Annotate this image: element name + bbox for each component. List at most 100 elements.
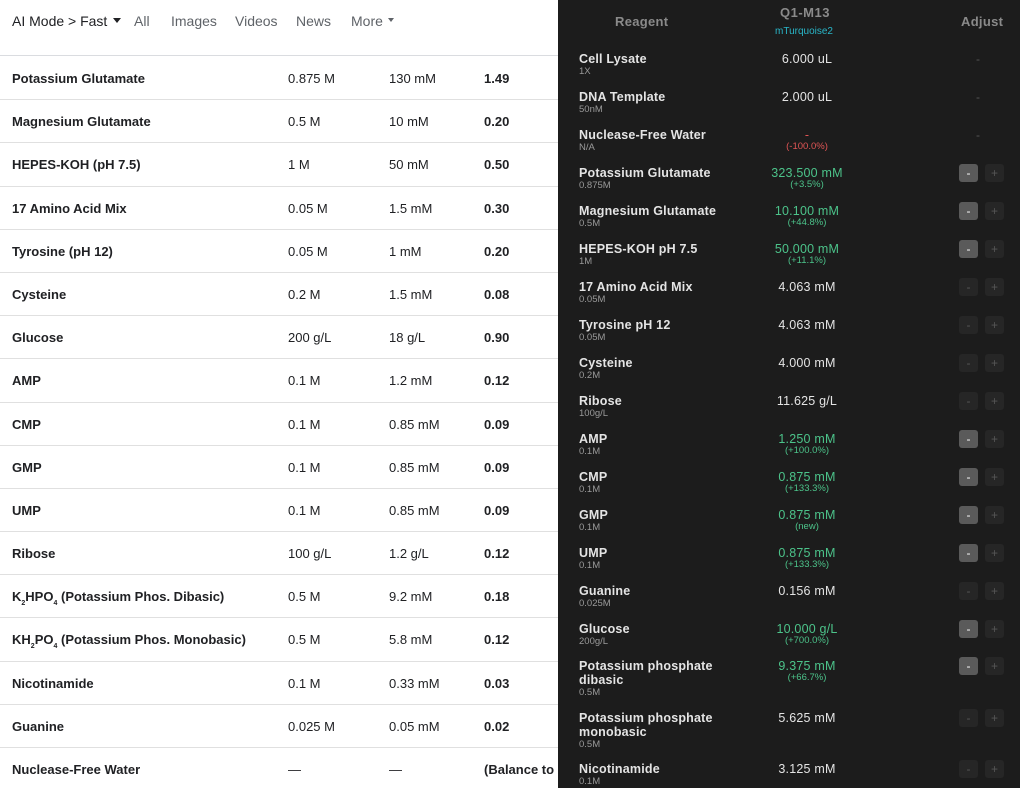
increase-button[interactable]: + xyxy=(985,468,1004,486)
table-row: KH2PO4 (Potassium Phos. Monobasic) 0.5 M 5… xyxy=(0,618,558,662)
increase-button[interactable]: + xyxy=(985,582,1004,600)
increase-button[interactable]: + xyxy=(985,430,1004,448)
increase-button[interactable]: + xyxy=(985,760,1004,778)
increase-button[interactable]: + xyxy=(985,354,1004,372)
stock-concentration: 0.5 M xyxy=(288,114,321,130)
increase-button[interactable]: + xyxy=(985,164,1004,182)
reagent-label: Ribose xyxy=(579,394,622,408)
final-concentration: 0.85 mM xyxy=(389,502,440,518)
increase-button[interactable]: + xyxy=(985,278,1004,296)
increase-button[interactable]: + xyxy=(985,657,1004,675)
ai-mode-dropdown[interactable]: AI Mode > Fast xyxy=(12,13,122,29)
decrease-button[interactable]: - xyxy=(959,164,978,182)
more-dropdown[interactable]: More xyxy=(351,13,394,29)
final-concentration: 0.85 mM xyxy=(389,459,440,475)
tab-news[interactable]: News xyxy=(296,13,331,29)
volume-value: 0.18 xyxy=(484,589,510,605)
reagent-label: CMP xyxy=(579,470,608,484)
final-concentration: 18 g/L xyxy=(389,330,426,346)
table-row: Potassium Glutamate 0.875 M 130 mM 1.49 xyxy=(0,57,558,101)
formula-part: K xyxy=(12,589,22,605)
reagent-name: CMP xyxy=(12,416,41,432)
increase-button[interactable]: + xyxy=(985,709,1004,727)
reagent-value: 4.000 mM xyxy=(778,356,836,370)
increase-button[interactable]: + xyxy=(985,240,1004,258)
decrease-button[interactable]: - xyxy=(959,657,978,675)
decrease-button[interactable]: - xyxy=(959,240,978,258)
reagent-name: Nuclease-Free Water xyxy=(12,762,141,777)
volume-value: (Balance to xyxy=(484,762,555,777)
panel-header: Reagent Q1-M13 mTurquoise2 Adjust xyxy=(558,0,1020,46)
volume-value: 1.49 xyxy=(484,71,510,86)
final-concentration: 1.2 mM xyxy=(389,373,433,389)
reagent-value: 0.875 mM xyxy=(778,546,836,560)
tab-images[interactable]: Images xyxy=(171,13,217,29)
increase-button[interactable]: + xyxy=(985,620,1004,638)
reagent-label: Potassium phosphate dibasic xyxy=(579,659,713,687)
final-concentration: 1.5 mM xyxy=(389,200,433,216)
table-row: Nicotinamide 0.1 M 0.33 mM 0.03 xyxy=(0,662,558,705)
stock-concentration: — xyxy=(288,762,301,777)
final-concentration: 5.8 mM xyxy=(389,632,433,648)
final-concentration: — xyxy=(389,762,402,777)
reagent-value: 1.250 mM xyxy=(778,432,836,446)
volume-value: 0.12 xyxy=(484,632,510,648)
decrease-button[interactable]: - xyxy=(959,620,978,638)
formula-part: (Potassium Phos. Dibasic) xyxy=(57,589,225,605)
decrease-button[interactable]: - xyxy=(959,392,978,410)
table-row: UMP 0.1 M 0.85 mM 0.09 xyxy=(0,489,558,533)
table-row: CMP 0.1 M 0.85 mM 0.09 xyxy=(0,403,558,446)
increase-button[interactable]: + xyxy=(985,392,1004,410)
more-label: More xyxy=(351,13,383,29)
reagent-stock: 0.05M xyxy=(579,294,606,305)
increase-button[interactable]: + xyxy=(985,544,1004,562)
decrease-button[interactable]: - xyxy=(959,506,978,524)
final-concentration: 50 mM xyxy=(389,157,429,173)
reagent-label: Tyrosine pH 12 xyxy=(579,318,671,332)
decrease-button[interactable]: - xyxy=(959,582,978,600)
decrease-button[interactable]: - xyxy=(959,202,978,220)
tab-videos[interactable]: Videos xyxy=(235,13,278,29)
change-percent: (new) xyxy=(795,521,819,532)
reagent-value: 5.625 mM xyxy=(778,711,836,725)
reagent-value: 0.875 mM xyxy=(778,508,836,522)
reagent-name: K2HPO4 (Potassium Phos. Dibasic) xyxy=(12,589,224,607)
volume-value: 0.20 xyxy=(484,243,510,259)
decrease-button[interactable]: - xyxy=(959,760,978,778)
table-row: Glucose 200 g/L 18 g/L 0.90 xyxy=(0,316,558,360)
reagent-name: Tyrosine (pH 12) xyxy=(12,243,113,259)
decrease-button[interactable]: - xyxy=(959,316,978,334)
reagent-stock: 50nM xyxy=(579,104,603,115)
increase-button[interactable]: + xyxy=(985,202,1004,220)
decrease-button[interactable]: - xyxy=(959,278,978,296)
reagent-value: 4.063 mM xyxy=(778,318,836,332)
stock-concentration: 0.05 M xyxy=(288,243,328,259)
decrease-button[interactable]: - xyxy=(959,468,978,486)
final-concentration: 1 mM xyxy=(389,243,422,259)
reagent-label: DNA Template xyxy=(579,90,666,104)
ai-mode-label: AI Mode > Fast xyxy=(12,13,108,29)
table-row: Ribose 100 g/L 1.2 g/L 0.12 xyxy=(0,532,558,576)
table-row: AMP 0.1 M 1.2 mM 0.12 xyxy=(0,359,558,403)
decrease-button[interactable]: - xyxy=(959,709,978,727)
reagent-adjust-panel: Reagent Q1-M13 mTurquoise2 Adjust Cell L… xyxy=(558,0,1020,788)
volume-value: 0.09 xyxy=(484,502,510,518)
final-concentration: 9.2 mM xyxy=(389,589,433,605)
table-row: K2HPO4 (Potassium Phos. Dibasic) 0.5 M 9.2… xyxy=(0,575,558,619)
final-concentration: 0.05 mM xyxy=(389,718,440,734)
decrease-button[interactable]: - xyxy=(959,430,978,448)
adjust-placeholder: - xyxy=(976,90,980,104)
reagent-stock: 0.05M xyxy=(579,332,606,343)
reagent-stock: 0.5M xyxy=(579,687,601,698)
increase-button[interactable]: + xyxy=(985,506,1004,524)
sample-column-subtitle: mTurquoise2 xyxy=(775,26,833,37)
tab-all[interactable]: All xyxy=(134,13,150,29)
reagent-name: AMP xyxy=(12,373,41,389)
reagent-label: Cysteine xyxy=(579,356,633,370)
decrease-button[interactable]: - xyxy=(959,354,978,372)
decrease-button[interactable]: - xyxy=(959,544,978,562)
reagent-name: Glucose xyxy=(12,330,64,346)
increase-button[interactable]: + xyxy=(985,316,1004,334)
reagent-stock: 0.2M xyxy=(579,370,601,381)
reagent-value: - xyxy=(804,128,810,142)
